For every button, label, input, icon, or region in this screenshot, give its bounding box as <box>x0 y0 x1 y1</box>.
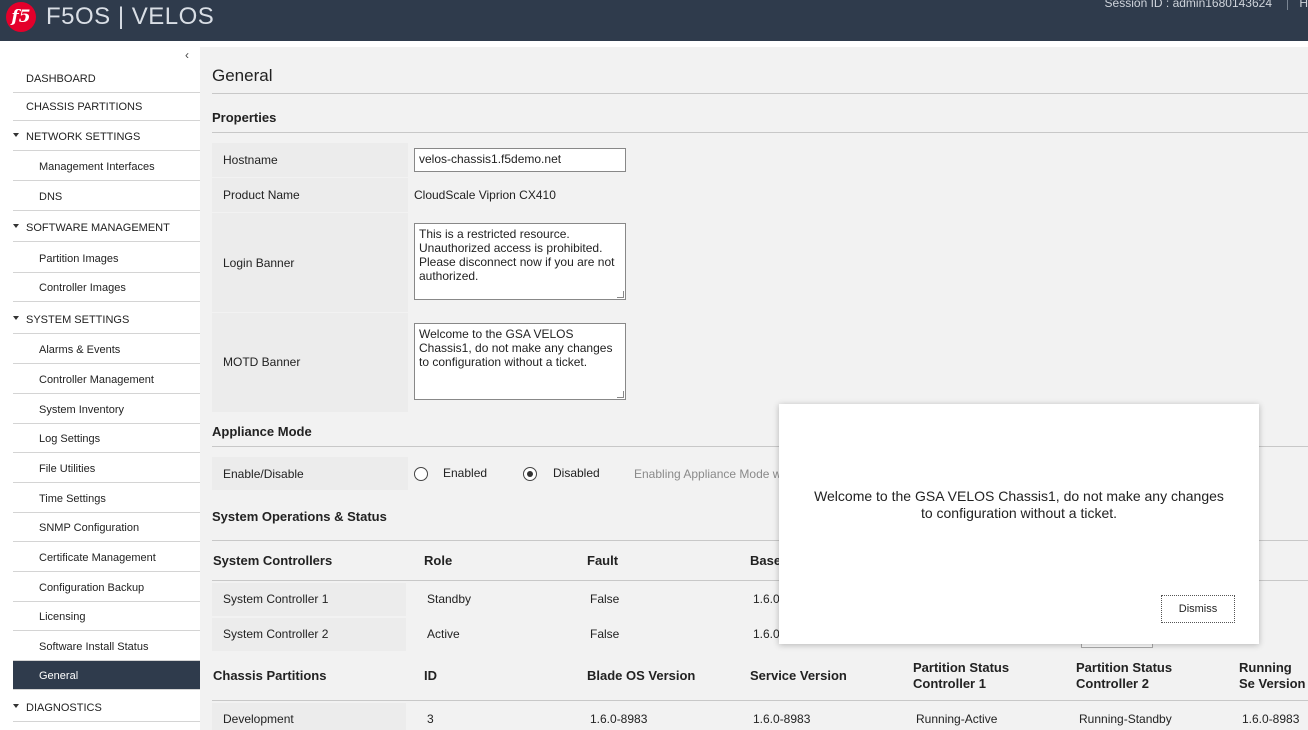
sidebar-item-controller-images[interactable]: Controller Images <box>13 273 200 302</box>
dismiss-button[interactable]: Dismiss <box>1161 595 1235 623</box>
appliance-mode-hint: Enabling Appliance Mode w <box>634 467 782 481</box>
table-header: Partition Status Controller 1 <box>913 660 1010 691</box>
table-cell: 1.6.0-8983 <box>590 712 648 726</box>
top-bar: f5 F5OS | VELOS Session ID : admin168014… <box>0 0 1308 41</box>
table-cell[interactable]: Development <box>223 712 294 726</box>
sidebar-item-licensing[interactable]: Licensing <box>13 602 200 631</box>
login-banner-textarea[interactable]: This is a restricted resource. Unauthori… <box>414 223 626 300</box>
sidebar-item-configuration-backup[interactable]: Configuration Backup <box>13 573 200 602</box>
sidebar-item-general[interactable]: General <box>13 661 200 690</box>
sidebar-group-diagnostics[interactable]: DIAGNOSTICS <box>13 693 200 722</box>
appliance-mode-heading: Appliance Mode <box>212 424 312 439</box>
motd-banner-row: MOTD Banner Welcome to the GSA VELOS Cha… <box>212 313 1308 412</box>
table-cell: 3 <box>427 712 434 726</box>
caret-down-icon <box>13 316 19 320</box>
login-banner-label: Login Banner <box>223 256 295 270</box>
system-operations-heading: System Operations & Status <box>212 509 387 524</box>
table-header: Base <box>750 553 782 568</box>
sidebar-item-snmp-configuration[interactable]: SNMP Configuration <box>13 513 200 542</box>
header-truncated-item[interactable]: H <box>1299 0 1308 10</box>
resize-grip-icon[interactable] <box>617 391 624 398</box>
sidebar-item-software-install-status[interactable]: Software Install Status <box>13 632 200 661</box>
sidebar: ‹ DASHBOARD CHASSIS PARTITIONS NETWORK S… <box>0 41 200 730</box>
product-name-row: Product Name CloudScale Viprion CX410 <box>212 178 1308 212</box>
table-header: Chassis Partitions <box>213 668 327 683</box>
sidebar-item-file-utilities[interactable]: File Utilities <box>13 454 200 483</box>
disabled-radio-label[interactable]: Disabled <box>553 466 600 480</box>
table-header: Blade OS Version <box>587 668 696 683</box>
table-cell: Active <box>427 627 460 641</box>
table-cell: System Controller 2 <box>223 627 329 641</box>
table-header: Fault <box>587 553 619 568</box>
divider <box>212 132 1308 133</box>
sidebar-item-chassis-partitions[interactable]: CHASSIS PARTITIONS <box>13 92 200 121</box>
sidebar-item-alarms-events[interactable]: Alarms & Events <box>13 335 200 364</box>
table-cell: Running-Standby <box>1079 712 1172 726</box>
sidebar-collapse-icon[interactable]: ‹ <box>185 48 189 62</box>
sidebar-item-log-settings[interactable]: Log Settings <box>13 424 200 453</box>
page-title: General <box>212 66 273 85</box>
f5-logo: f5 <box>6 2 36 32</box>
properties-heading: Properties <box>212 110 277 125</box>
sidebar-item-system-inventory[interactable]: System Inventory <box>13 395 200 424</box>
table-cell: 1.6.0-8983 <box>1242 712 1300 726</box>
sidebar-group-software-management[interactable]: SOFTWARE MANAGEMENT <box>13 213 200 242</box>
dialog-message: Welcome to the GSA VELOS Chassis1, do no… <box>814 488 1224 521</box>
sidebar-item-dns[interactable]: DNS <box>13 182 200 211</box>
enable-disable-label: Enable/Disable <box>223 467 304 481</box>
motd-banner-label: MOTD Banner <box>223 355 301 369</box>
table-cell: Running-Active <box>916 712 998 726</box>
enabled-radio[interactable] <box>414 467 428 481</box>
table-header: System Controllers <box>213 553 333 568</box>
table-cell: System Controller 1 <box>223 592 329 606</box>
table-cell: 1.6.0-8983 <box>753 712 811 726</box>
product-name-label: Product Name <box>223 188 300 202</box>
divider <box>212 93 1308 94</box>
login-banner-row: Login Banner This is a restricted resour… <box>212 213 1308 312</box>
sidebar-item-management-interfaces[interactable]: Management Interfaces <box>13 152 200 181</box>
sidebar-item-partition-images[interactable]: Partition Images <box>13 244 200 273</box>
enabled-radio-label[interactable]: Enabled <box>443 466 487 480</box>
sidebar-item-certificate-management[interactable]: Certificate Management <box>13 543 200 572</box>
hostname-row: Hostname velos-chassis1.f5demo.net <box>212 143 1308 177</box>
caret-down-icon <box>13 133 19 137</box>
table-cell: 1.6.0 <box>753 627 780 641</box>
product-name-value: CloudScale Viprion CX410 <box>414 188 556 202</box>
sidebar-item-controller-management[interactable]: Controller Management <box>13 365 200 394</box>
table-header: Service Version <box>750 668 847 683</box>
sidebar-item-dashboard[interactable]: DASHBOARD <box>13 64 200 93</box>
sidebar-group-system-settings[interactable]: SYSTEM SETTINGS <box>13 305 200 334</box>
table-header: Running Se Version <box>1239 660 1306 691</box>
table-cell: False <box>590 592 620 606</box>
hostname-label: Hostname <box>223 153 278 167</box>
table-header: Partition Status Controller 2 <box>1076 660 1173 691</box>
divider <box>212 700 1308 701</box>
hostname-input[interactable]: velos-chassis1.f5demo.net <box>414 148 626 172</box>
caret-down-icon <box>13 704 19 708</box>
product-brand: F5OS | VELOS <box>46 3 215 30</box>
motd-dialog: Welcome to the GSA VELOS Chassis1, do no… <box>779 404 1259 644</box>
resize-grip-icon[interactable] <box>617 291 624 298</box>
table-cell: Standby <box>427 592 472 606</box>
table-header: Role <box>424 553 453 568</box>
header-divider <box>1287 0 1288 10</box>
table-cell: 1.6.0 <box>753 592 780 606</box>
sidebar-item-time-settings[interactable]: Time Settings <box>13 484 200 513</box>
caret-down-icon <box>13 224 19 228</box>
table-header: ID <box>424 668 437 683</box>
sidebar-group-network-settings[interactable]: NETWORK SETTINGS <box>13 122 200 151</box>
motd-banner-textarea[interactable]: Welcome to the GSA VELOS Chassis1, do no… <box>414 323 626 400</box>
session-id: Session ID : admin1680143624 <box>1104 0 1272 10</box>
table-cell: False <box>590 627 620 641</box>
disabled-radio[interactable] <box>523 467 537 481</box>
